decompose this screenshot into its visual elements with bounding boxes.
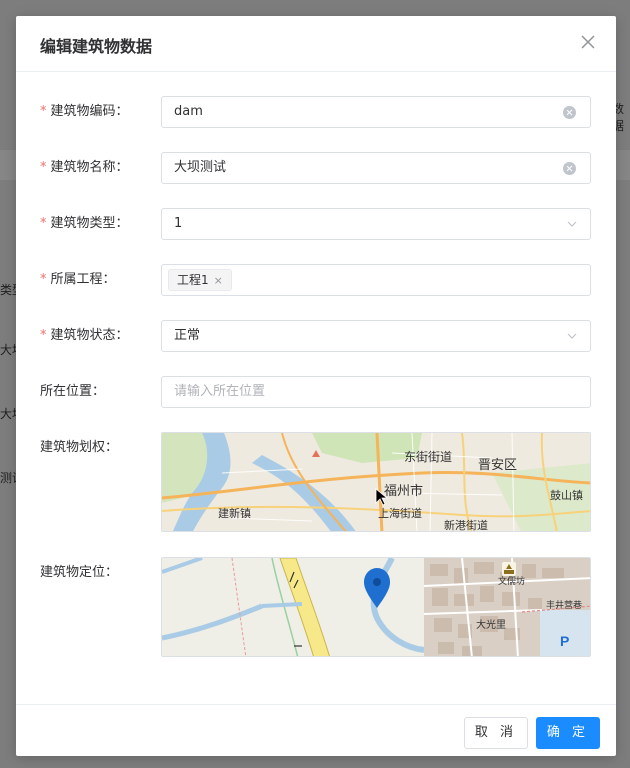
status-value: 正常 <box>174 328 201 343</box>
form-row-name: * 建筑物名称： 大坝测试 <box>16 152 616 184</box>
parking-icon: P <box>560 633 569 649</box>
position-map-canvas: 大光里 文儒坊 丰井营巷 P <box>162 558 590 656</box>
edit-building-dialog: 编辑建筑物数据 * 建筑物编码： dam * 建筑物名称： 大坝测试 * 建筑物类型：… <box>16 16 616 756</box>
code-label: * 建筑物编码： <box>40 104 129 119</box>
dialog-header: 编辑建筑物数据 <box>16 16 616 72</box>
map-label: 建新镇 <box>218 506 251 520</box>
map-label: 东街街道 <box>404 450 452 464</box>
map-label: 新港街道 <box>444 518 488 532</box>
close-button[interactable] <box>578 32 598 52</box>
clear-icon[interactable] <box>563 106 576 119</box>
clear-icon[interactable] <box>563 162 576 175</box>
form-row-location: 所在位置： 请输入所在位置 <box>16 376 616 408</box>
close-icon <box>581 35 595 49</box>
form-row-code: * 建筑物编码： dam <box>16 96 616 128</box>
name-label: * 建筑物名称： <box>40 160 129 175</box>
status-label: * 建筑物状态： <box>40 328 129 343</box>
location-label: 所在位置： <box>40 384 106 399</box>
form-row-status: * 建筑物状态： 正常 <box>16 320 616 352</box>
confirm-button[interactable]: 确 定 <box>536 717 600 749</box>
name-value: 大坝测试 <box>174 160 227 175</box>
dialog-title: 编辑建筑物数据 <box>40 37 153 56</box>
chevron-down-icon <box>567 221 577 227</box>
type-select[interactable]: 1 <box>161 208 591 240</box>
map-label: 福州市 <box>384 483 423 498</box>
type-label: * 建筑物类型： <box>40 216 129 231</box>
dialog-footer: 取 消 确 定 <box>16 704 616 756</box>
boundary-map-canvas: 东街街道 晋安区 福州市 鼓山镇 建新镇 上海街道 新港街道 <box>162 433 590 532</box>
cancel-button[interactable]: 取 消 <box>464 717 528 749</box>
project-select[interactable]: 工程1 × <box>161 264 591 296</box>
form-row-project: * 所属工程： 工程1 × <box>16 264 616 296</box>
position-label: 建筑物定位： <box>40 565 119 580</box>
code-value: dam <box>174 104 203 119</box>
chevron-down-icon <box>567 333 577 339</box>
project-label: * 所属工程： <box>40 272 116 287</box>
map-label: 鼓山镇 <box>550 488 583 502</box>
position-map[interactable]: 大光里 文儒坊 丰井营巷 P <box>161 557 591 657</box>
map-label: 晋安区 <box>478 457 517 472</box>
code-input[interactable]: dam <box>161 96 591 128</box>
location-placeholder: 请输入所在位置 <box>174 384 266 399</box>
form-row-type: * 建筑物类型： 1 <box>16 208 616 240</box>
boundary-label: 建筑物划权： <box>40 440 119 455</box>
map-label: 丰井营巷 <box>546 599 582 610</box>
name-input[interactable]: 大坝测试 <box>161 152 591 184</box>
type-value: 1 <box>174 216 183 231</box>
status-select[interactable]: 正常 <box>161 320 591 352</box>
location-input[interactable]: 请输入所在位置 <box>161 376 591 408</box>
map-label: 文儒坊 <box>498 575 525 586</box>
boundary-map[interactable]: 东街街道 晋安区 福州市 鼓山镇 建新镇 上海街道 新港街道 <box>161 432 591 532</box>
map-label: 大光里 <box>476 618 506 631</box>
tag-close-icon[interactable]: × <box>214 271 223 291</box>
project-tag: 工程1 × <box>168 269 232 291</box>
map-label: 上海街道 <box>378 506 422 520</box>
